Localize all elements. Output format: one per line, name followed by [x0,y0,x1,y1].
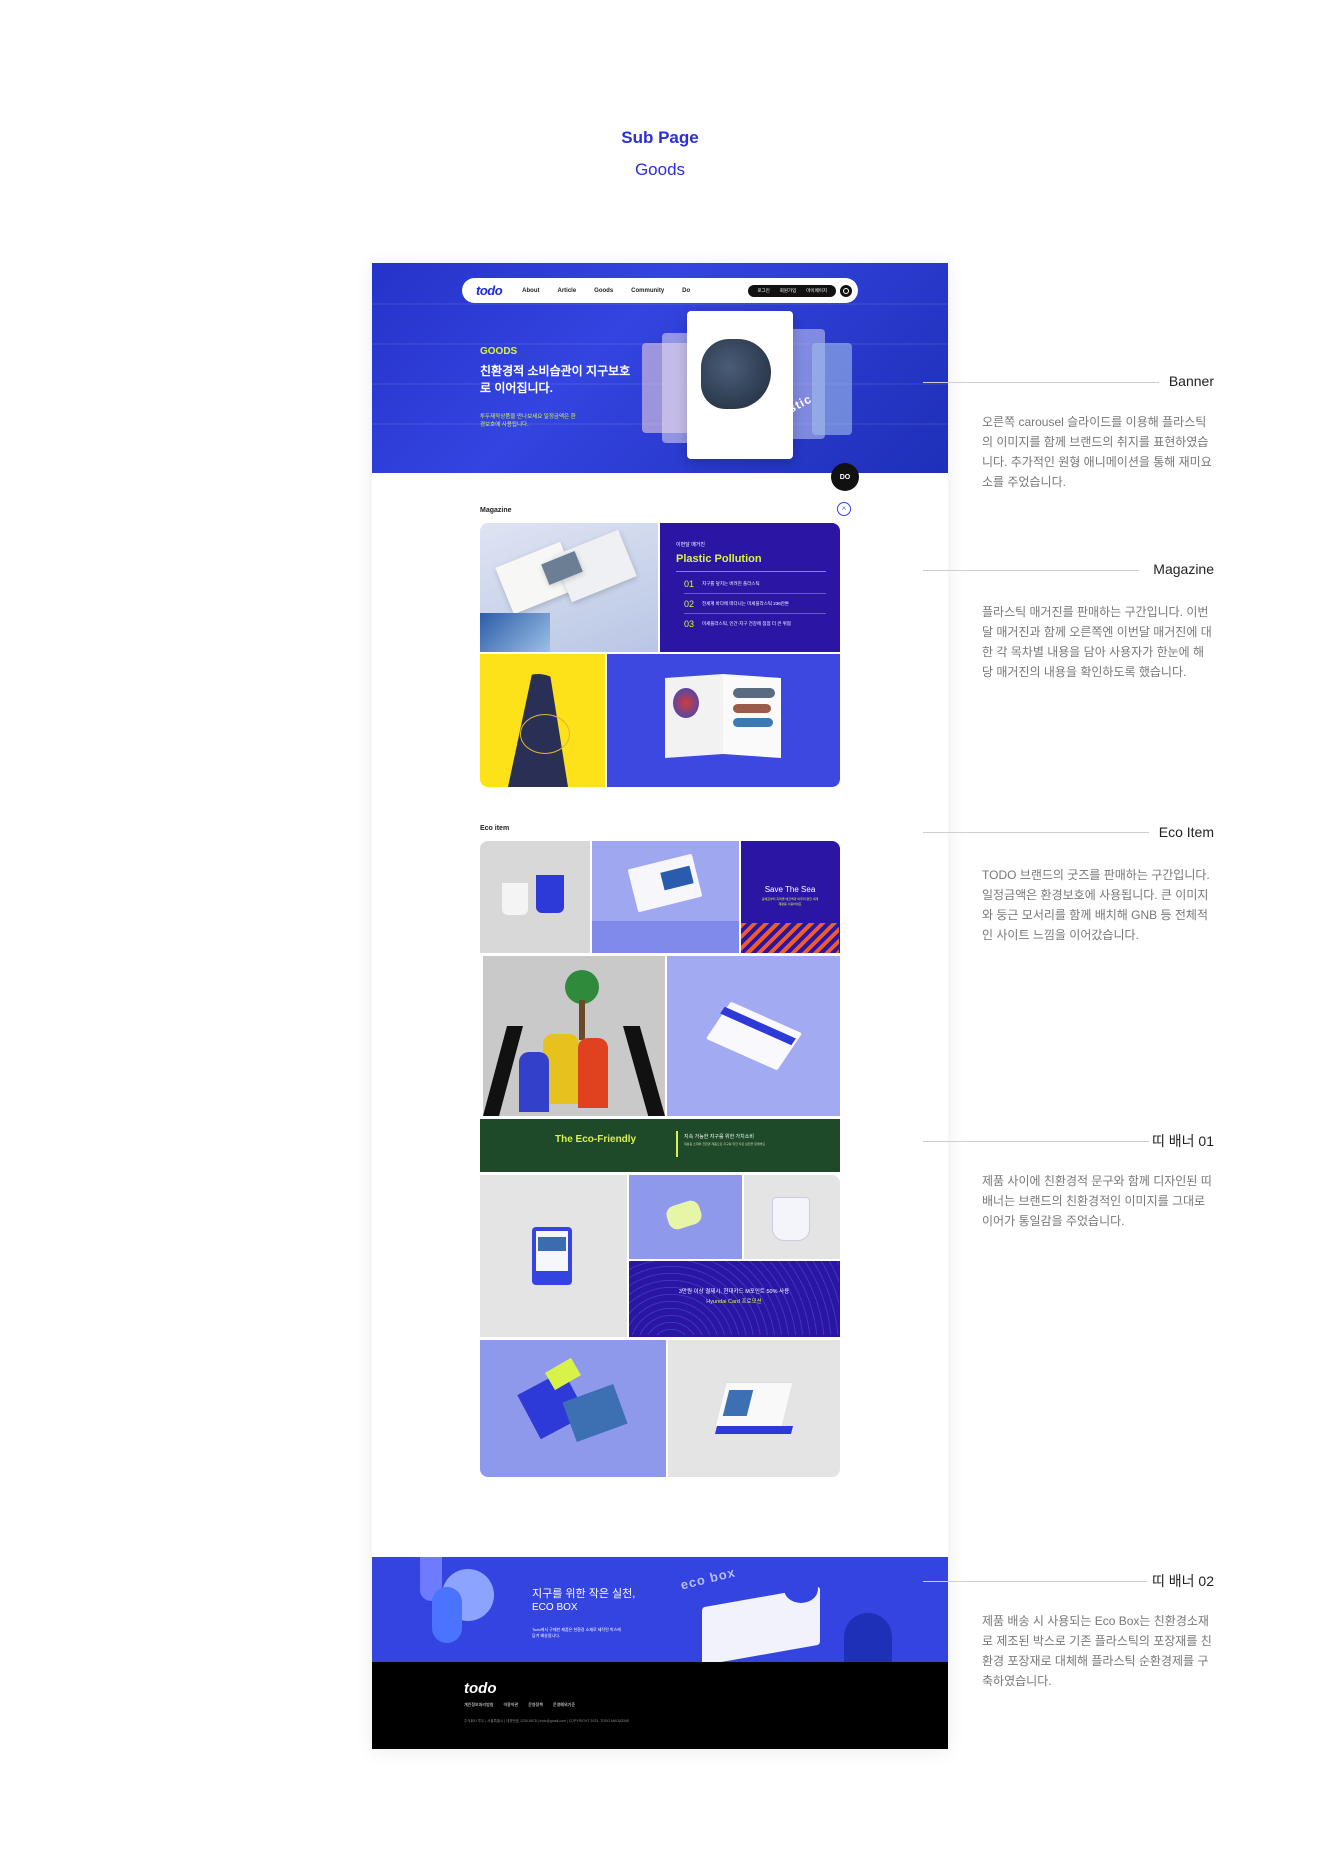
annotation-title-strip-banner-1: 띠 배너 01 [1152,1133,1214,1149]
toc-title: Plastic Pollution [676,553,762,565]
eco-item-tablet[interactable] [480,1175,627,1337]
hero-banner: todo About Article Goods Community Do 로그… [372,263,948,473]
page-heading: Sub Page Goods [0,128,1320,180]
promo-text: 3만원 이상 결제시, 현대카드 M포인트 50% 사용 [678,1289,790,1295]
annotation-line [923,382,1159,383]
footer-link-terms[interactable]: 이용약관 [503,1702,518,1708]
eco-item-cards[interactable] [592,841,739,953]
save-sea-title: Save The Sea [764,885,816,894]
plastic-bag-image [701,339,771,409]
toc-item[interactable]: 02 전세계 바다에 떠다니는 미세플라스틱 236만톤 [684,599,789,609]
annotation-desc-magazine: 플라스틱 매거진를 판매하는 구간입니다. 이번달 매거진과 함께 오른쪽엔 이… [982,605,1212,679]
annotation-desc-banner: 오른쪽 carousel 슬라이드를 이용해 플라스틱의 이미지를 함께 브랜드… [982,415,1212,489]
subpage-mockup: todo About Article Goods Community Do 로그… [372,263,948,1749]
eco-item-mug[interactable] [480,841,590,953]
nav-item-goods[interactable]: Goods [594,288,613,294]
global-nav: todo About Article Goods Community Do 로그… [462,278,858,303]
footer-link-policy[interactable]: 운영정책 [528,1702,543,1708]
footer: todo 개인정보처리방침 이용약관 운영정책 운영예외기준 주식회사 투두 |… [372,1662,948,1749]
annotation-desc-strip-banner-1: 제품 사이에 친환경적 문구와 함께 디자인된 띠배너는 브랜드의 친환경적인 … [982,1174,1212,1228]
annotation-title-banner: Banner [1168,373,1214,389]
annotation-title-magazine: Magazine [1153,561,1214,577]
promo-sub: Hyundai Card 프로모션 [706,1299,762,1305]
annotation-title-strip-banner-2: 띠 배너 02 [1152,1573,1214,1589]
magazine-illustration-yellow[interactable] [480,654,605,787]
magazine-cover-image[interactable] [480,523,658,652]
annotation-desc-eco-item: TODO 브랜드의 굿즈를 판매하는 구간입니다. 일정금액은 환경보호에 사용… [982,868,1210,942]
nav-util: 로그인 회원가입 마이페이지 [748,284,836,297]
nav-menu: About Article Goods Community Do [522,288,748,294]
login-link[interactable]: 로그인 [753,287,773,295]
banner-desc: 투두제작상품을 만나보세요 일정금액은 환경보호에 사용됩니다. [480,414,576,428]
nav-item-do[interactable]: Do [682,288,690,294]
magazine-fish-spread[interactable] [607,654,840,787]
banner-eyebrow: GOODS [480,346,518,357]
card-promo-banner[interactable]: 3만원 이상 결제시, 현대카드 M포인트 50% 사용 Hyundai Car… [629,1261,840,1337]
nav-item-about[interactable]: About [522,288,539,294]
ecobox-desc: Todo에서 구매한 제품은 친환경 소재로 제작된 박스에 담겨 배송됩니다. [532,1627,621,1638]
eco-item-notebook[interactable] [667,956,840,1116]
footer-links: 개인정보처리방침 이용약관 운영정책 운영예외기준 [464,1702,575,1708]
eco-item-airpods-case[interactable] [629,1175,742,1259]
annotation-desc-strip-banner-2: 제품 배송 시 사용되는 Eco Box는 친환경소재로 제조된 박스로 기존 … [982,1614,1212,1688]
annotation-title-eco-item: Eco Item [1158,824,1214,840]
page-title: Sub Page [621,128,699,147]
strip-title: The Eco-Friendly [555,1134,637,1145]
ecobox-label: eco box [679,1564,738,1593]
ecobox-title-2: ECO BOX [532,1602,578,1613]
annotation-line [923,570,1139,571]
magazine-section-label: Magazine [480,507,512,514]
strip-sub: 재활용 소재와 친환경 제품으로 지구를 위한 작은 실천을 함께해요 [684,1142,766,1146]
page-subtitle: Goods [634,160,686,179]
chevron-up-icon[interactable]: ˄ [837,502,851,516]
eco-box-strip-banner[interactable]: 지구를 위한 작은 실천, ECO BOX Todo에서 구매한 제품은 친환경… [372,1557,948,1662]
footer-logo[interactable]: todo [464,1680,496,1697]
annotation-line [923,1581,1147,1582]
eco-item-save-the-sea[interactable]: Save The Sea 공해로부터 지켜줄 에코백과 아무리 편한 세계 재활… [741,841,840,953]
toc-item[interactable]: 03 미세플라스틱, 인간·지구 건강에 점점 더 큰 위협 [684,619,791,629]
nav-logo[interactable]: todo [476,283,503,298]
do-floating-button[interactable]: DO [831,463,859,491]
annotation-line [923,1141,1149,1142]
strip-text: 지속 가능한 지구를 위한 가치소비 [684,1134,754,1140]
mypage-link[interactable]: 마이페이지 [802,287,831,295]
search-icon[interactable] [840,284,852,297]
footer-link-exceptions[interactable]: 운영예외기준 [553,1702,575,1708]
toc-item[interactable]: 01 지구를 덮치는 버려진 플라스틱 [684,579,760,589]
eco-item-postcards[interactable] [480,1340,666,1477]
nav-item-article[interactable]: Article [557,288,576,294]
eco-friendly-strip-banner[interactable]: The Eco-Friendly 지속 가능한 지구를 위한 가치소비 재활용 … [480,1119,840,1172]
eco-item-desk-calendar[interactable] [668,1340,840,1477]
eco-item-drawstring-bag[interactable] [744,1175,840,1259]
footer-link-privacy[interactable]: 개인정보처리방침 [464,1702,493,1708]
footer-info: 주식회사 투두 | 서울특별시 | 대표번호 1234-5678 | todo@… [464,1719,630,1723]
magazine-toc: 이번달 매거진 Plastic Pollution 01 지구를 덮치는 버려진… [660,523,840,652]
ecobox-title-1: 지구를 위한 작은 실천, [532,1588,636,1600]
canvas: Sub Page Goods todo About Article Goods … [0,0,1320,1856]
signup-link[interactable]: 회원가입 [776,287,801,295]
carousel-card-next-2[interactable] [812,343,852,435]
toc-kicker: 이번달 매거진 [676,542,705,548]
eco-item-illustration-people[interactable] [483,956,665,1116]
banner-title: 친환경적 소비습관이 지구보호로 이어집니다. [480,364,631,395]
save-sea-sub: 공해로부터 지켜줄 에코백과 아무리 편한 세계 재활용 사용하세요 [761,897,819,906]
eco-section-label: Eco item [480,825,510,832]
annotation-line [923,832,1149,833]
nav-item-community[interactable]: Community [631,288,664,294]
